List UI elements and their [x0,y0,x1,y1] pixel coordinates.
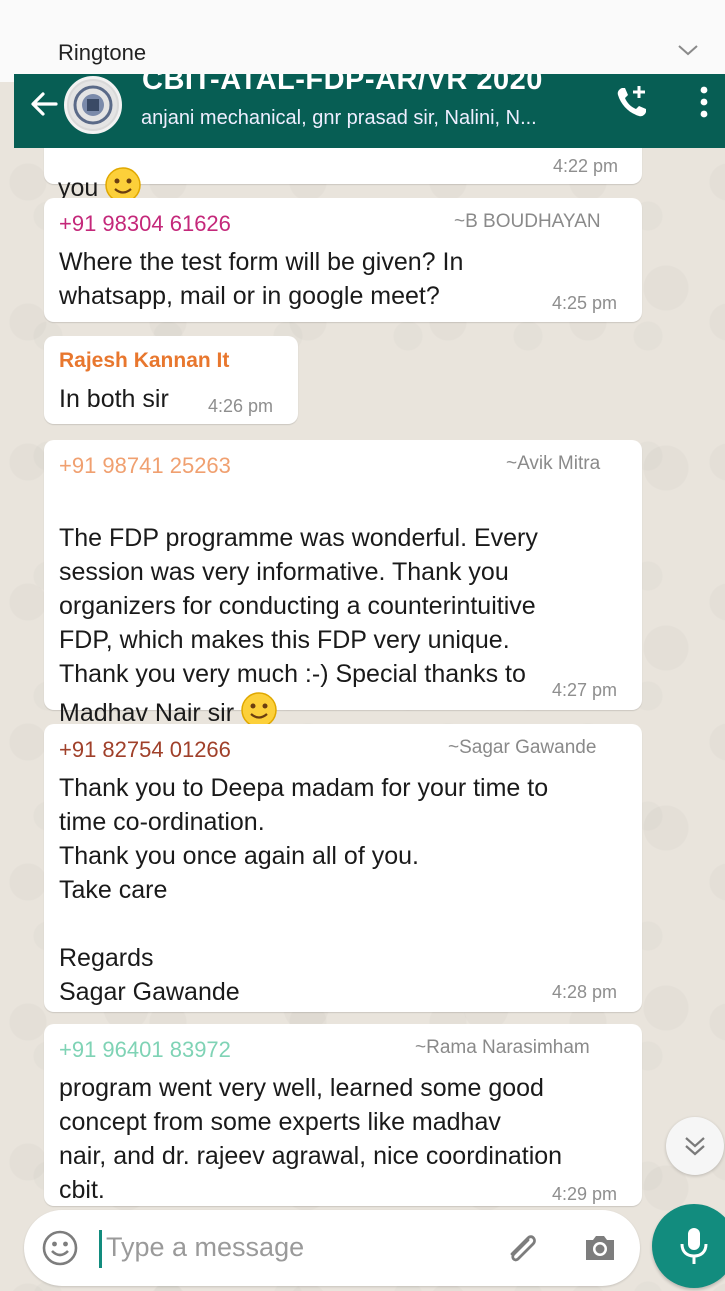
message-time: 4:28 pm [552,982,618,1002]
message-time: 4:27 pm [552,680,618,700]
message-text: The FDP programme was wonderful. Every s… [59,524,538,728]
message-time: 4:26 pm [208,396,274,416]
ringtone-label: Ringtone [58,40,147,65]
add-call-icon[interactable] [612,82,652,122]
chat-header: CBIT-ATAL-FDP-AR/VR 2020 anjani mechanic… [14,74,725,148]
message-time: 4:29 pm [552,1184,618,1204]
sender-phone[interactable]: +91 98304 61626 [59,211,231,237]
ringtone-notification[interactable]: Ringtone [0,0,725,82]
mic-icon [680,1228,708,1264]
group-avatar[interactable] [64,76,122,134]
sender-name[interactable]: Rajesh Kannan It [59,349,229,373]
message-text: Where the test form will be given? In wh… [59,248,464,310]
sender-name: ~Avik Mitra [506,453,601,474]
scroll-down-button[interactable] [666,1117,724,1175]
sender-phone[interactable]: +91 96401 83972 [59,1037,231,1063]
more-vert-icon[interactable] [697,82,711,122]
message-text: In both sir [59,385,169,413]
message-composer: Type a message [24,1210,640,1286]
sender-name: ~Sagar Gawande [448,737,597,758]
scroll-down-icon [685,1137,705,1156]
emoji-icon[interactable] [40,1228,80,1268]
attach-icon[interactable] [502,1228,542,1268]
back-arrow-icon[interactable] [26,86,62,122]
message-input[interactable]: Type a message [106,1232,304,1263]
sender-name: ~B BOUDHAYAN [454,211,601,232]
group-title[interactable]: CBIT-ATAL-FDP-AR/VR 2020 [142,74,543,97]
sender-phone[interactable]: +91 98741 25263 [59,453,231,479]
message-time: 4:25 pm [552,293,618,313]
message-bubble[interactable]: Rajesh Kannan It In both sir 4:26 pm [44,336,298,424]
message-time: 4:22 pm [553,156,619,176]
chevron-down-icon[interactable] [676,38,700,62]
message-text: Thank you to Deepa madam for your time t… [59,774,549,1006]
message-bubble[interactable]: +91 82754 01266 ~Sagar Gawande Thank you… [44,724,642,1012]
message-bubble[interactable]: +91 96401 83972 ~Rama Narasimham program… [44,1024,642,1206]
camera-icon[interactable] [580,1228,620,1268]
message-text: program went very well, learned some goo… [59,1074,563,1204]
message-bubble[interactable]: +91 98304 61626 ~B BOUDHAYAN Where the t… [44,198,642,322]
message-bubble[interactable]: +91 98741 25263 ~Avik Mitra The FDP prog… [44,440,642,728]
group-members[interactable]: anjani mechanical, gnr prasad sir, Nalin… [141,107,537,130]
sender-name: ~Rama Narasimham [415,1037,590,1058]
text-cursor [99,1230,102,1268]
sender-phone[interactable]: +91 82754 01266 [59,737,231,763]
